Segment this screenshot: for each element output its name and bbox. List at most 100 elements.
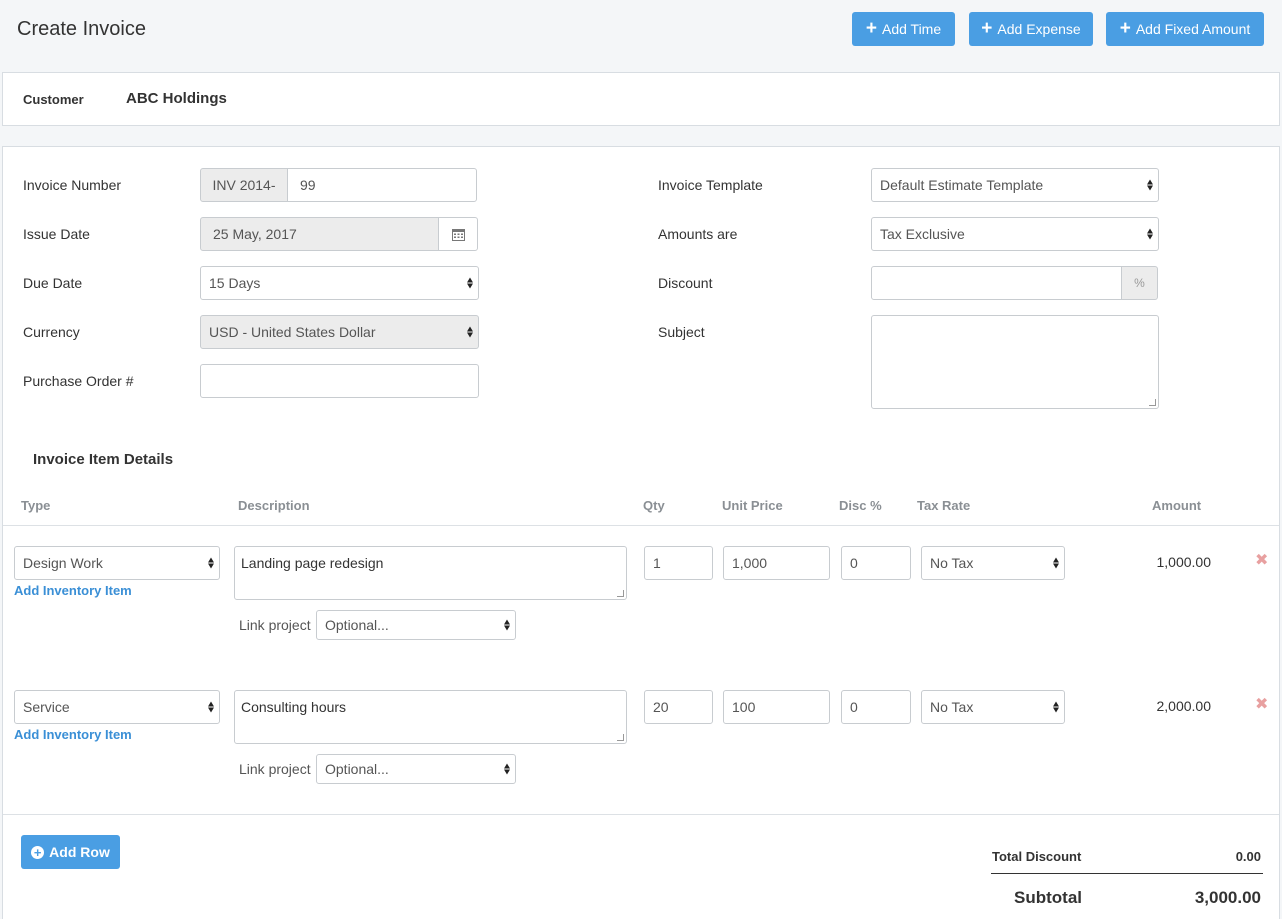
col-tax-rate: Tax Rate [917,498,971,513]
select-arrows-icon [504,763,510,775]
select-arrows-icon [467,326,473,338]
invoice-template-label: Invoice Template [658,177,763,193]
subtotal-value: 3,000.00 [1194,888,1261,907]
select-arrows-icon [208,557,214,569]
plus-icon: + [1119,17,1131,39]
amounts-are-select[interactable]: Tax Exclusive [871,217,1159,251]
add-expense-label: Add Expense [997,21,1081,37]
row-type-select[interactable]: Service [14,690,220,724]
row-description-value: Consulting hours [241,699,347,715]
col-disc: Disc % [839,498,882,513]
invoice-number-input[interactable]: 99 [287,168,477,202]
link-project-value: Optional... [325,761,389,777]
select-arrows-icon [1053,557,1059,569]
issue-date-input[interactable]: 25 May, 2017 [200,217,439,251]
select-arrows-icon [467,277,473,289]
invoice-template-select[interactable]: Default Estimate Template [871,168,1159,202]
issue-date-label: Issue Date [23,226,90,242]
row-tax-value: No Tax [930,555,974,571]
calendar-icon[interactable] [438,217,478,251]
col-unit-price: Unit Price [722,498,783,513]
row-amount: 1,000.00 [1156,554,1212,570]
add-time-label: Add Time [881,21,942,37]
add-inventory-item-link[interactable]: Add Inventory Item [14,727,132,742]
total-discount-label: Total Discount [992,849,1082,864]
add-inventory-item-link[interactable]: Add Inventory Item [14,583,132,598]
resize-handle-icon[interactable] [617,734,624,741]
remove-row-icon[interactable]: ✖ [1255,694,1268,714]
due-date-select[interactable]: 15 Days [200,266,479,300]
row-tax-select[interactable]: No Tax [921,546,1065,580]
add-fixed-amount-button[interactable]: + Add Fixed Amount [1106,12,1264,46]
row-type-value: Service [23,699,70,715]
customer-label: Customer [23,92,84,107]
link-project-select[interactable]: Optional... [316,610,516,640]
purchase-order-input[interactable] [200,364,479,398]
item-details-title: Invoice Item Details [33,451,174,468]
discount-input[interactable] [871,266,1122,300]
page-header: Create Invoice + Add Time + Add Expense … [0,0,1282,62]
link-project-label: Link project [239,761,311,777]
plus-icon: + [865,17,877,39]
col-description: Description [238,498,310,513]
due-date-label: Due Date [23,275,83,291]
row-unit-price-input[interactable]: 1,000 [723,546,830,580]
row-amount: 2,000.00 [1156,698,1212,714]
header-divider [3,525,1279,526]
row-tax-select[interactable]: No Tax [921,690,1065,724]
link-project-label: Link project [239,617,311,633]
subject-label: Subject [658,324,705,340]
row-unit-price-input[interactable]: 100 [723,690,830,724]
currency-value: USD - United States Dollar [209,324,376,340]
add-expense-button[interactable]: + Add Expense [969,12,1093,46]
row-description-value: Landing page redesign [241,555,384,571]
subtotal-label: Subtotal [1014,888,1082,907]
plus-icon: + [981,17,993,39]
resize-handle-icon[interactable] [1149,399,1156,406]
customer-panel: Customer ABC Holdings [2,72,1280,126]
row-qty-input[interactable]: 1 [644,546,713,580]
invoice-form-panel: Invoice Number INV 2014- 99 Issue Date 2… [2,146,1280,919]
invoice-template-value: Default Estimate Template [880,177,1044,193]
row-qty-input[interactable]: 20 [644,690,713,724]
row-disc-input[interactable]: 0 [841,546,911,580]
amounts-are-value: Tax Exclusive [880,226,965,242]
percent-addon: % [1121,266,1158,300]
resize-handle-icon[interactable] [617,590,624,597]
purchase-order-label: Purchase Order # [23,373,134,389]
select-arrows-icon [1053,701,1059,713]
link-project-value: Optional... [325,617,389,633]
due-date-value: 15 Days [209,275,261,291]
subject-textarea[interactable] [871,315,1159,409]
page-title: Create Invoice [17,18,146,40]
invoice-number-label: Invoice Number [23,177,122,193]
select-arrows-icon [208,701,214,713]
row-type-value: Design Work [23,555,103,571]
add-row-button[interactable]: + Add Row [21,835,120,869]
row-tax-value: No Tax [930,699,974,715]
totals-divider [991,873,1263,874]
add-row-label: Add Row [49,844,110,860]
col-type: Type [21,498,51,513]
total-discount-value: 0.00 [1235,849,1261,864]
customer-name[interactable]: ABC Holdings [126,90,227,107]
currency-select[interactable]: USD - United States Dollar [200,315,479,349]
select-arrows-icon [504,619,510,631]
add-fixed-amount-label: Add Fixed Amount [1135,21,1251,37]
row-description-textarea[interactable]: Consulting hours [234,690,627,744]
currency-label: Currency [23,324,80,340]
select-arrows-icon [1147,228,1153,240]
row-type-select[interactable]: Design Work [14,546,220,580]
col-qty: Qty [643,498,665,513]
invoice-prefix: INV 2014- [200,168,288,202]
items-bottom-divider [3,814,1279,815]
col-amount: Amount [1152,498,1202,513]
row-description-textarea[interactable]: Landing page redesign [234,546,627,600]
add-time-button[interactable]: + Add Time [852,12,955,46]
plus-circle-icon: + [31,845,45,859]
remove-row-icon[interactable]: ✖ [1255,550,1268,570]
select-arrows-icon [1147,179,1153,191]
row-disc-input[interactable]: 0 [841,690,911,724]
link-project-select[interactable]: Optional... [316,754,516,784]
discount-label: Discount [658,275,713,291]
